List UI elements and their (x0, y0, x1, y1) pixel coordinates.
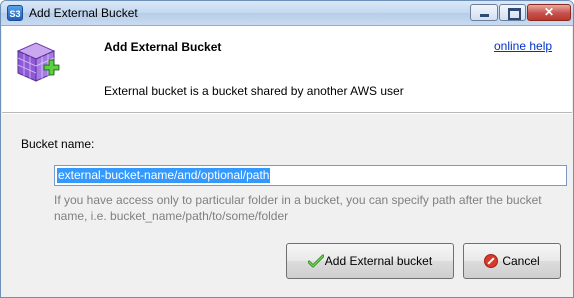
online-help-link[interactable]: online help (494, 39, 552, 53)
cancel-button[interactable]: Cancel (463, 243, 561, 279)
header-title: Add External Bucket (104, 40, 222, 54)
title-bar[interactable]: S3 Add External Bucket ✕ (1, 1, 573, 26)
bucket-name-value: external-bucket-name/and/optional/path (57, 168, 271, 183)
bucket-path-hint: If you have access only to particular fo… (54, 193, 542, 223)
bucket-name-input[interactable]: external-bucket-name/and/optional/path (54, 165, 567, 186)
add-button-label: Add External bucket (324, 254, 433, 268)
minimize-button[interactable] (470, 4, 498, 21)
maximize-icon (508, 8, 521, 20)
purple-cube-add-icon (16, 42, 60, 82)
add-external-bucket-button[interactable]: Add External bucket (286, 243, 454, 279)
checkmark-icon (307, 254, 324, 268)
window-title: Add External Bucket (29, 6, 138, 20)
app-icon: S3 (7, 5, 23, 21)
close-button[interactable]: ✕ (527, 4, 571, 21)
dialog-window: S3 Add External Bucket ✕ Add External Bu… (0, 0, 574, 298)
maximize-button[interactable] (499, 4, 526, 21)
cancel-button-label: Cancel (502, 254, 540, 268)
header-divider-highlight (2, 113, 572, 114)
dialog-header: Add External Bucket External bucket is a… (2, 26, 572, 112)
close-icon: ✕ (543, 5, 555, 19)
minimize-icon (480, 14, 489, 17)
header-subtitle: External bucket is a bucket shared by an… (104, 84, 404, 98)
bucket-name-label: Bucket name: (21, 137, 95, 151)
cancel-icon (484, 254, 499, 268)
